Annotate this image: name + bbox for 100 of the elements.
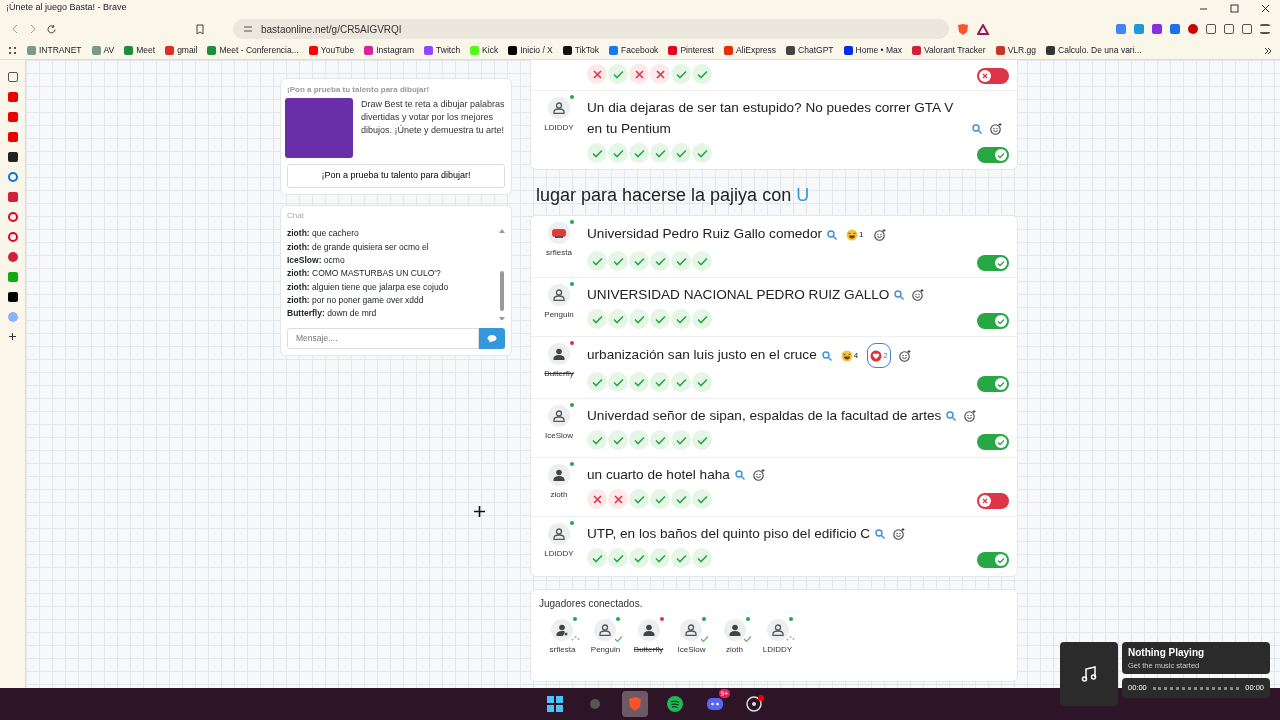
bookmark-item[interactable]: AV <box>91 44 115 57</box>
add-icon[interactable] <box>8 332 17 341</box>
check-vote-icon[interactable] <box>629 548 649 568</box>
check-vote-icon[interactable] <box>650 372 670 392</box>
bookmark-item[interactable]: Calculo. De una vari... <box>1046 44 1142 57</box>
add-reaction-icon[interactable] <box>964 410 977 423</box>
add-reaction-icon[interactable] <box>752 469 765 482</box>
bookmark-item[interactable]: Meet - Conferencia... <box>207 44 299 57</box>
valid-toggle[interactable] <box>977 147 1009 163</box>
cross-vote-icon[interactable] <box>587 64 607 84</box>
check-vote-icon[interactable] <box>608 251 628 271</box>
search-icon[interactable] <box>894 290 905 301</box>
check-vote-icon[interactable] <box>608 309 628 329</box>
check-vote-icon[interactable] <box>629 309 649 329</box>
check-vote-icon[interactable] <box>671 143 691 163</box>
brave-taskbar-icon[interactable] <box>622 691 648 717</box>
address-bar[interactable]: bastaonline.net/g/CR5AIGVRQI <box>233 19 949 39</box>
bookmark-item[interactable]: AliExpress <box>723 44 777 57</box>
check-vote-icon[interactable] <box>650 430 670 450</box>
check-vote-icon[interactable] <box>587 548 607 568</box>
check-vote-icon[interactable] <box>692 251 712 271</box>
bookmark-item[interactable]: Valorant Tracker <box>911 44 986 57</box>
check-vote-icon[interactable] <box>650 143 670 163</box>
bookmark-item[interactable]: Meet <box>124 44 156 57</box>
bookmark-item[interactable]: Twitch <box>424 44 461 57</box>
check-vote-icon[interactable] <box>629 251 649 271</box>
check-vote-icon[interactable] <box>671 548 691 568</box>
add-reaction-icon[interactable] <box>990 123 1002 136</box>
search-icon[interactable] <box>972 124 982 135</box>
valid-toggle[interactable] <box>977 434 1009 450</box>
check-vote-icon[interactable] <box>629 372 649 392</box>
valid-toggle[interactable] <box>977 552 1009 568</box>
check-vote-icon[interactable] <box>629 143 649 163</box>
search-icon[interactable] <box>827 229 837 240</box>
bookmark-item[interactable]: Home • Max <box>843 44 902 57</box>
bookmark-item[interactable]: VLR.gg <box>995 44 1037 57</box>
back-icon[interactable] <box>10 24 20 34</box>
check-vote-icon[interactable] <box>671 489 691 509</box>
add-reaction-icon[interactable] <box>898 349 911 362</box>
bookmark-icon[interactable] <box>195 23 205 35</box>
check-vote-icon[interactable] <box>671 251 691 271</box>
check-vote-icon[interactable] <box>629 489 649 509</box>
send-button[interactable] <box>479 327 505 349</box>
check-vote-icon[interactable] <box>671 372 691 392</box>
reaction-chip[interactable]: 1 <box>843 222 867 247</box>
check-vote-icon[interactable] <box>587 251 607 271</box>
search-icon[interactable] <box>946 411 957 422</box>
valid-toggle[interactable] <box>977 255 1009 271</box>
progress-track[interactable] <box>1152 686 1240 690</box>
check-vote-icon[interactable] <box>650 251 670 271</box>
bookmark-item[interactable]: ChatGPT <box>786 44 834 57</box>
bookmark-item[interactable]: Inicio / X <box>508 44 553 57</box>
sidebar-shortcut-icon[interactable] <box>7 152 18 162</box>
triangle-icon[interactable] <box>977 23 989 35</box>
check-vote-icon[interactable] <box>692 64 712 84</box>
bookmark-item[interactable]: Kick <box>470 44 499 57</box>
cross-vote-icon[interactable] <box>650 64 670 84</box>
check-vote-icon[interactable] <box>629 430 649 450</box>
menu-icon[interactable] <box>1260 24 1270 34</box>
cross-vote-icon[interactable] <box>587 489 607 509</box>
check-vote-icon[interactable] <box>587 143 607 163</box>
bookmark-item[interactable]: gmail <box>165 44 198 57</box>
search-icon[interactable] <box>875 529 886 540</box>
add-reaction-icon[interactable] <box>874 228 887 241</box>
check-vote-icon[interactable] <box>692 143 712 163</box>
reload-icon[interactable] <box>46 23 57 35</box>
check-vote-icon[interactable] <box>650 548 670 568</box>
reaction-chip[interactable]: 2 <box>867 343 891 368</box>
check-vote-icon[interactable] <box>692 372 712 392</box>
bookmark-item[interactable]: Instagram <box>364 44 414 57</box>
check-vote-icon[interactable] <box>608 64 628 84</box>
add-reaction-icon[interactable] <box>893 528 906 541</box>
search-icon[interactable] <box>734 470 745 481</box>
check-vote-icon[interactable] <box>692 548 712 568</box>
brave-shield-icon[interactable] <box>957 22 969 36</box>
reaction-chip[interactable]: 4 <box>837 343 862 368</box>
check-vote-icon[interactable] <box>608 548 628 568</box>
maximize-icon[interactable] <box>1230 3 1239 13</box>
check-vote-icon[interactable] <box>650 309 670 329</box>
check-vote-icon[interactable] <box>692 430 712 450</box>
discord-icon[interactable] <box>707 697 723 711</box>
check-vote-icon[interactable] <box>671 309 691 329</box>
check-vote-icon[interactable] <box>692 309 712 329</box>
add-reaction-icon[interactable] <box>912 289 925 302</box>
apps-grid-icon[interactable] <box>8 46 17 55</box>
valid-toggle[interactable] <box>977 376 1009 392</box>
cross-vote-icon[interactable] <box>629 64 649 84</box>
valid-toggle[interactable] <box>977 493 1009 509</box>
promo-button[interactable]: ¡Pon a prueba tu talento para dibujar! <box>287 164 505 188</box>
check-vote-icon[interactable] <box>671 430 691 450</box>
forward-icon[interactable] <box>28 24 38 34</box>
bookmark-item[interactable]: TikTok <box>562 44 600 57</box>
bookmark-item[interactable]: YouTube <box>308 44 355 57</box>
check-vote-icon[interactable] <box>650 489 670 509</box>
check-vote-icon[interactable] <box>671 64 691 84</box>
bookmark-item[interactable]: Facebook <box>609 44 659 57</box>
valid-toggle[interactable] <box>977 68 1009 84</box>
check-vote-icon[interactable] <box>608 143 628 163</box>
sidebar-panel-icon[interactable] <box>7 72 18 82</box>
check-vote-icon[interactable] <box>692 489 712 509</box>
